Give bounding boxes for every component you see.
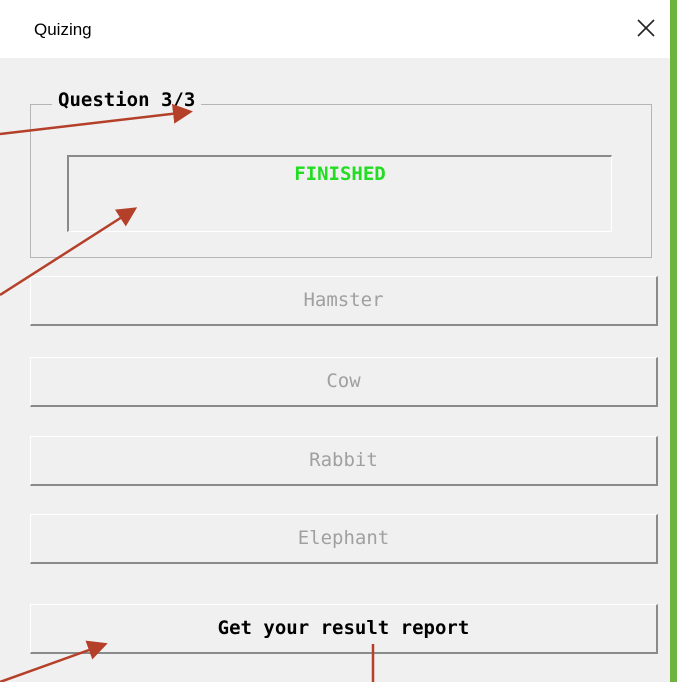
annotation-arrow-status: [0, 207, 138, 297]
annotation-arrow-report: [0, 640, 108, 682]
annotation-arrows: [0, 103, 375, 682]
annotation-arrow-question: [0, 103, 193, 136]
